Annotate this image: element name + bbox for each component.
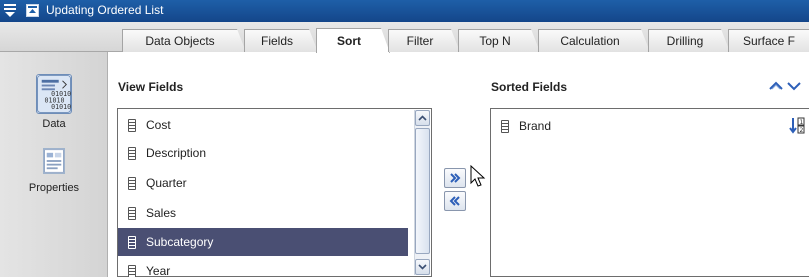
view-fields-label: View Fields xyxy=(118,80,184,94)
field-icon xyxy=(501,119,509,133)
field-icon xyxy=(128,146,136,160)
field-icon xyxy=(128,118,136,132)
field-icon xyxy=(128,235,136,249)
tab-surface[interactable]: Surface F xyxy=(728,29,809,52)
tab-strip: Data Objects Fields Sort Filter Top N Ca… xyxy=(0,22,809,52)
add-to-sorted-button[interactable] xyxy=(444,168,466,188)
reorder-buttons xyxy=(768,78,802,93)
field-icon xyxy=(128,176,136,190)
list-item-quarter[interactable]: Quarter xyxy=(118,169,414,197)
data-binary-icon: 01010 01010 01010 xyxy=(36,74,72,114)
svg-text:2: 2 xyxy=(800,127,804,134)
move-down-icon[interactable] xyxy=(786,79,802,93)
scroll-up-button[interactable] xyxy=(415,110,430,126)
field-icon xyxy=(128,264,136,277)
list-item-label: Sales xyxy=(146,206,177,220)
field-icon xyxy=(128,206,136,220)
tab-fields[interactable]: Fields xyxy=(244,29,318,52)
tab-drilling[interactable]: Drilling xyxy=(648,29,730,52)
view-fields-scrollbar[interactable] xyxy=(414,110,430,275)
list-item-label: Quarter xyxy=(146,176,187,190)
sidebar-item-properties[interactable]: Properties xyxy=(0,148,108,194)
window-icon xyxy=(26,4,39,17)
properties-icon xyxy=(43,148,65,174)
svg-text:1: 1 xyxy=(800,119,804,126)
list-item-label: Brand xyxy=(519,119,552,133)
list-item-year[interactable]: Year xyxy=(118,257,414,277)
list-item-label: Cost xyxy=(146,118,171,132)
title-bar: Updating Ordered List xyxy=(0,0,809,22)
list-item-description[interactable]: Description xyxy=(118,139,414,167)
double-chevron-right-icon xyxy=(450,173,461,183)
tab-sort[interactable]: Sort xyxy=(316,28,390,53)
sort-ascending-icon[interactable]: 1 2 xyxy=(789,117,805,135)
sidebar-item-label: Data xyxy=(42,118,66,130)
sidebar-item-data[interactable]: 01010 01010 01010 Data xyxy=(0,74,108,130)
scroll-thumb[interactable] xyxy=(415,128,430,254)
window-title: Updating Ordered List xyxy=(46,3,164,17)
list-item-label: Description xyxy=(146,146,207,160)
list-item-cost[interactable]: Cost xyxy=(118,111,414,139)
chevron-up-icon xyxy=(418,115,427,121)
remove-from-sorted-button[interactable] xyxy=(444,191,466,211)
sidebar: 01010 01010 01010 Data Properties xyxy=(0,52,108,277)
list-item-label: Subcategory xyxy=(146,235,214,249)
sorted-fields-list[interactable]: Brand 1 2 xyxy=(490,108,809,277)
list-item-label: Year xyxy=(146,264,171,277)
sorted-fields-label: Sorted Fields xyxy=(491,80,568,94)
collapse-menu-icon[interactable] xyxy=(4,4,16,17)
tab-calculation[interactable]: Calculation xyxy=(538,29,650,52)
tab-data-objects[interactable]: Data Objects xyxy=(122,29,246,52)
tab-top-n[interactable]: Top N xyxy=(458,29,540,52)
list-item-subcategory[interactable]: Subcategory xyxy=(118,228,408,256)
chevron-down-icon xyxy=(418,264,427,270)
svg-text:01010: 01010 xyxy=(51,103,71,111)
view-fields-list[interactable]: Cost Description Quarter Sales Subcatego… xyxy=(117,108,432,277)
double-chevron-left-icon xyxy=(449,196,460,206)
scroll-down-button[interactable] xyxy=(415,259,430,275)
move-up-icon[interactable] xyxy=(768,79,784,93)
mouse-cursor-icon xyxy=(470,165,486,187)
list-item-brand[interactable]: Brand xyxy=(491,112,809,140)
sidebar-item-label: Properties xyxy=(28,182,80,194)
list-item-sales[interactable]: Sales xyxy=(118,199,414,227)
tab-filter[interactable]: Filter xyxy=(388,29,460,52)
